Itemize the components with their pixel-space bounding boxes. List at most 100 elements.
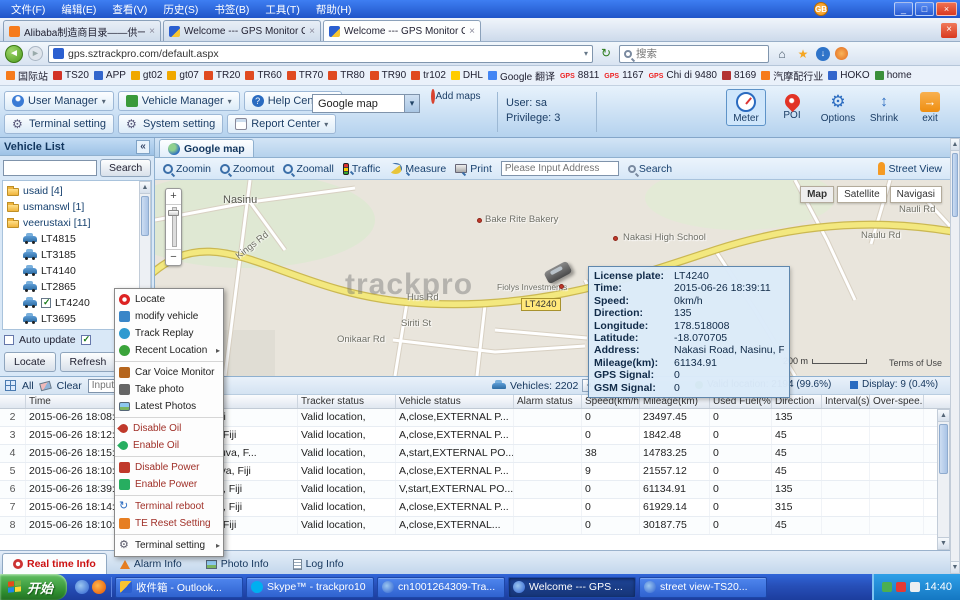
map-toolbar-button[interactable]: Zoomall (283, 163, 333, 175)
quick-launch-firefox-icon[interactable] (92, 580, 106, 594)
home-icon[interactable]: ⌂ (774, 46, 790, 62)
auto-update-interval-checkbox[interactable] (81, 335, 91, 345)
map-view-button[interactable]: Navigasi (890, 186, 942, 203)
browser-tab[interactable]: Welcome --- GPS Monitor Cen... × (163, 20, 321, 41)
bottom-tab[interactable]: Real time Info (2, 553, 107, 574)
context-menu-item[interactable]: Enable Power (115, 476, 223, 496)
bookmark-item[interactable]: TR70 (287, 70, 323, 81)
bookmark-star-icon[interactable]: ★ (795, 46, 811, 62)
header-tool-button[interactable]: POI (772, 89, 812, 126)
map-terms-link[interactable]: Terms of Use (889, 358, 942, 368)
sidebar-action-button[interactable]: Locate (4, 352, 56, 372)
vehicle-tree-item[interactable]: usaid [4] (3, 183, 151, 199)
table-column-header[interactable]: Over-spee... (870, 395, 924, 408)
menu-item[interactable]: 历史(S) (155, 1, 206, 18)
bookmark-item[interactable]: DHL (451, 70, 483, 81)
bookmark-item[interactable]: gt07 (167, 70, 198, 81)
map-address-input[interactable] (501, 161, 619, 176)
vehicle-tree-item[interactable]: LT3185 (3, 247, 151, 263)
menu-item[interactable]: 查看(V) (104, 1, 155, 18)
menu-item[interactable]: 工具(T) (257, 1, 307, 18)
vehicle-tree-item[interactable]: LT4140 (3, 263, 151, 279)
street-view-button[interactable]: Street View (878, 162, 943, 175)
table-column-header[interactable] (0, 395, 26, 408)
map-toolbar-button[interactable]: Traffic (343, 163, 381, 175)
context-menu-item[interactable]: TE Reset Setting (115, 515, 223, 535)
context-menu-item[interactable]: Recent Location (115, 342, 223, 362)
bookmark-item[interactable]: 汽摩配行业 (761, 68, 823, 83)
bookmark-item[interactable]: TR80 (328, 70, 364, 81)
bookmark-item[interactable]: TR90 (370, 70, 406, 81)
sidebar-action-button[interactable]: Refresh (60, 352, 117, 372)
map-canvas[interactable]: Nasinu Kings Rd Bake Rite Bakery Nakasi … (155, 180, 950, 376)
context-menu-item[interactable]: Terminal setting (115, 537, 223, 554)
browser-search-input[interactable] (636, 48, 771, 60)
bookmark-item[interactable]: Chi di 9480 (649, 70, 717, 81)
bookmark-item[interactable]: TS20 (53, 70, 89, 81)
tab-close-icon[interactable]: × (309, 26, 315, 37)
scroll-up-icon[interactable]: ▲ (951, 139, 959, 151)
taskbar-task[interactable]: cn1001264309-Tra... (377, 577, 505, 598)
bookmark-item[interactable]: HOKO (828, 70, 869, 81)
zoom-slider-thumb[interactable] (168, 210, 179, 216)
taskbar-task[interactable]: Welcome --- GPS ... (508, 577, 636, 598)
header-tool-button[interactable]: Options (818, 89, 858, 126)
context-menu-item[interactable]: Car Voice Monitor (115, 364, 223, 381)
reload-icon[interactable]: ↻ (598, 46, 614, 62)
context-menu-item[interactable]: Disable Power (115, 459, 223, 476)
zoom-slider[interactable] (166, 204, 181, 250)
downloads-icon[interactable]: ↓ (816, 47, 830, 61)
addon-icon[interactable] (835, 47, 848, 60)
bookmark-item[interactable]: 国际站 (6, 68, 48, 83)
bookmark-item[interactable]: TR60 (245, 70, 281, 81)
context-menu-item[interactable]: Terminal reboot (115, 498, 223, 515)
scroll-thumb[interactable] (141, 196, 149, 236)
vehicle-search-input[interactable] (3, 160, 97, 176)
all-toggle[interactable]: All (22, 380, 34, 392)
bookmark-item[interactable]: APP (94, 70, 126, 81)
bookmark-item[interactable]: 8169 (722, 70, 756, 81)
tab-close-icon[interactable]: × (149, 26, 155, 37)
header-menu-button[interactable]: Terminal setting (4, 114, 114, 134)
vehicle-tree-item[interactable]: LT4815 (3, 231, 151, 247)
bookmark-item[interactable]: TR20 (204, 70, 240, 81)
zoom-in-icon[interactable]: + (166, 189, 181, 204)
browser-tab[interactable]: Alibaba制造商目录——供一... × (3, 20, 161, 41)
table-scrollbar[interactable]: ▲ ▼ (937, 409, 950, 550)
browser-scrollbar[interactable]: ▲ ▼ (950, 138, 960, 574)
tray-status-icon[interactable] (882, 582, 892, 592)
bookmark-item[interactable]: tr102 (411, 70, 446, 81)
auto-update-checkbox[interactable] (4, 335, 14, 345)
url-dropdown-icon[interactable]: ▾ (584, 49, 588, 58)
map-search-button[interactable]: Search (628, 163, 672, 175)
vehicle-search-button[interactable]: Search (100, 159, 151, 177)
close-button[interactable]: × (936, 2, 957, 16)
header-menu-button[interactable]: Report Center (227, 114, 336, 134)
context-menu-item[interactable]: Disable Oil (115, 420, 223, 437)
vehicle-checkbox[interactable] (41, 298, 51, 308)
forward-button[interactable]: ► (28, 46, 43, 61)
context-menu-item[interactable]: modify vehicle (115, 308, 223, 325)
url-input[interactable] (68, 48, 580, 60)
add-maps-button[interactable]: Add maps (428, 91, 484, 102)
bookmark-item[interactable]: 1167 (604, 70, 643, 81)
map-toolbar-button[interactable]: Zoomout (220, 163, 274, 175)
browser-search-box[interactable] (619, 45, 769, 63)
start-button[interactable]: 开始 (0, 574, 67, 600)
header-tool-button[interactable]: exit (910, 89, 950, 126)
menu-item[interactable]: 文件(F) (3, 1, 53, 18)
bookmark-item[interactable]: 8811 (560, 70, 599, 81)
tab-close-icon[interactable]: × (469, 26, 475, 37)
scroll-down-icon[interactable]: ▼ (938, 537, 949, 549)
map-toolbar-button[interactable]: Measure (389, 163, 446, 175)
restore-button[interactable]: □ (915, 2, 934, 16)
map-toolbar-button[interactable]: Print (455, 163, 492, 175)
zoom-out-icon[interactable]: − (166, 250, 181, 265)
table-column-header[interactable]: Tracker status (298, 395, 396, 408)
header-menu-button[interactable]: System setting (118, 114, 223, 134)
context-menu-item[interactable]: Latest Photos (115, 398, 223, 418)
context-menu-item[interactable]: Track Replay (115, 325, 223, 342)
browser-tab[interactable]: Welcome --- GPS Monitor Cen... × (323, 20, 481, 41)
url-box[interactable]: ▾ (48, 45, 593, 63)
map-tab[interactable]: Google map (159, 139, 254, 157)
